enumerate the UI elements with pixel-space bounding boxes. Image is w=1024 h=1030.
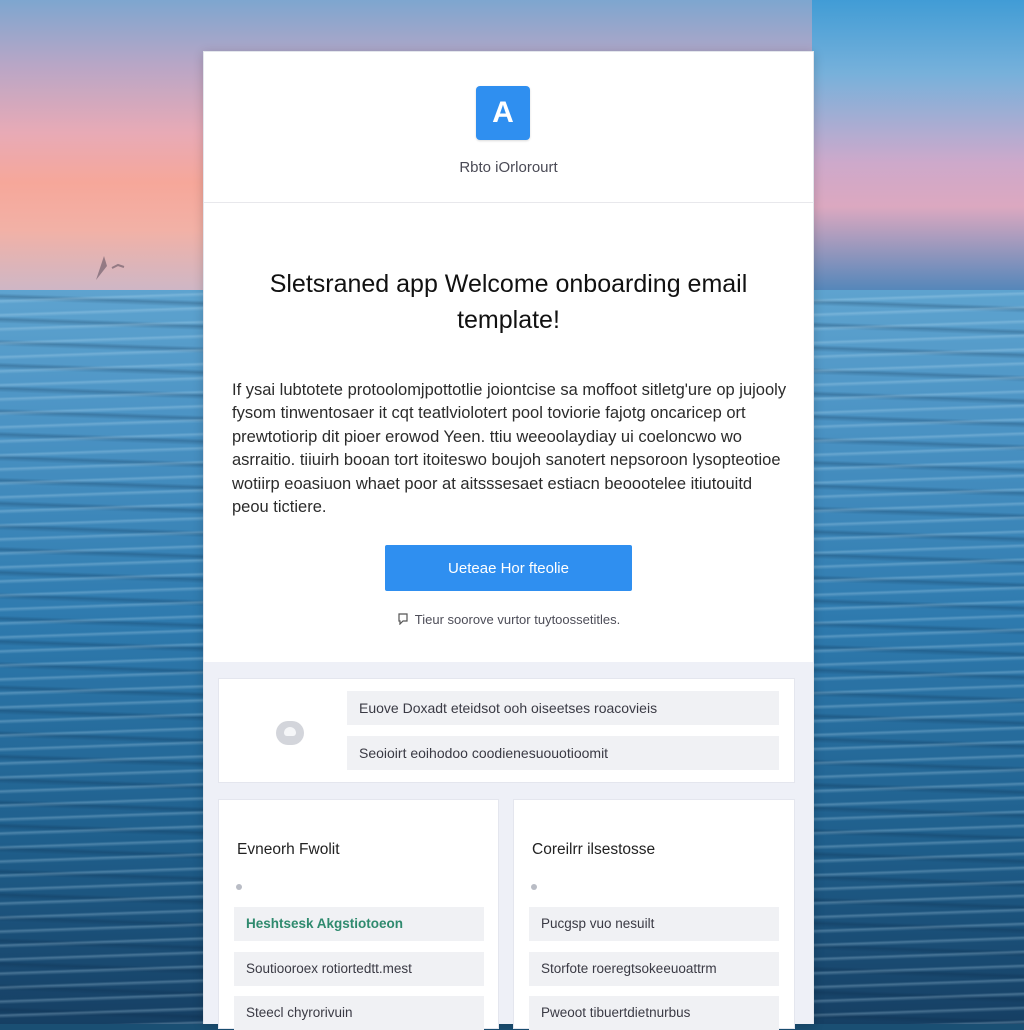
email-card: A Rbto iOrlorourt Sletsraned app Welcome… <box>203 51 814 1030</box>
sky-right <box>812 0 1024 295</box>
column-title: Evneorh Fwolit <box>237 841 340 858</box>
list-item[interactable]: Heshtsesk Akgstiotoeon <box>234 907 484 941</box>
cta-button[interactable]: Ueteae Hor fteolie <box>385 545 632 591</box>
app-logo: A <box>476 86 530 140</box>
list-item[interactable]: Storfote roeregtsokeeuoattrm <box>529 952 779 986</box>
list-item[interactable]: Pweoot tibuertdietnurbus <box>529 996 779 1030</box>
list-item[interactable]: Steecl chyrorivuin <box>234 996 484 1030</box>
profile-field-2[interactable]: Seoioirt eoihodoo coodienesuouotioomit <box>347 736 779 770</box>
list-item[interactable]: Pucgsp vuo nesuilt <box>529 907 779 941</box>
column-panel-right: Coreilrr ilsestosse Pucgsp vuo nesuilt S… <box>513 799 795 1030</box>
brand-name: Rbto iOrlorourt <box>459 159 558 176</box>
email-headline: Sletsraned app Welcome onboarding email … <box>269 269 748 334</box>
avatar-icon <box>276 721 304 745</box>
bird-icon <box>96 256 125 280</box>
secondary-section: Euove Doxadt eteidsot ooh oiseetses roac… <box>204 662 813 1030</box>
bullet-dot <box>531 884 537 890</box>
footnote-text: Tieur soorove vurtor tuytoossetitles. <box>414 612 621 627</box>
profile-field-1[interactable]: Euove Doxadt eteidsot ooh oiseetses roac… <box>347 691 779 725</box>
footnote: Tieur soorove vurtor tuytoossetitles. <box>204 612 813 627</box>
brand-header: A Rbto iOrlorourt <box>204 52 813 203</box>
column-panel-left: Evneorh Fwolit Heshtsesk Akgstiotoeon So… <box>218 799 499 1030</box>
bullet-dot <box>236 884 242 890</box>
column-title: Coreilrr ilsestosse <box>532 841 656 858</box>
email-body-text: If ysai lubtotete protoolomjpottotlie jo… <box>232 380 787 517</box>
profile-panel: Euove Doxadt eteidsot ooh oiseetses roac… <box>218 678 795 783</box>
list-item[interactable]: Soutiooroex rotiortedtt.mest <box>234 952 484 986</box>
notice-icon <box>398 613 408 625</box>
